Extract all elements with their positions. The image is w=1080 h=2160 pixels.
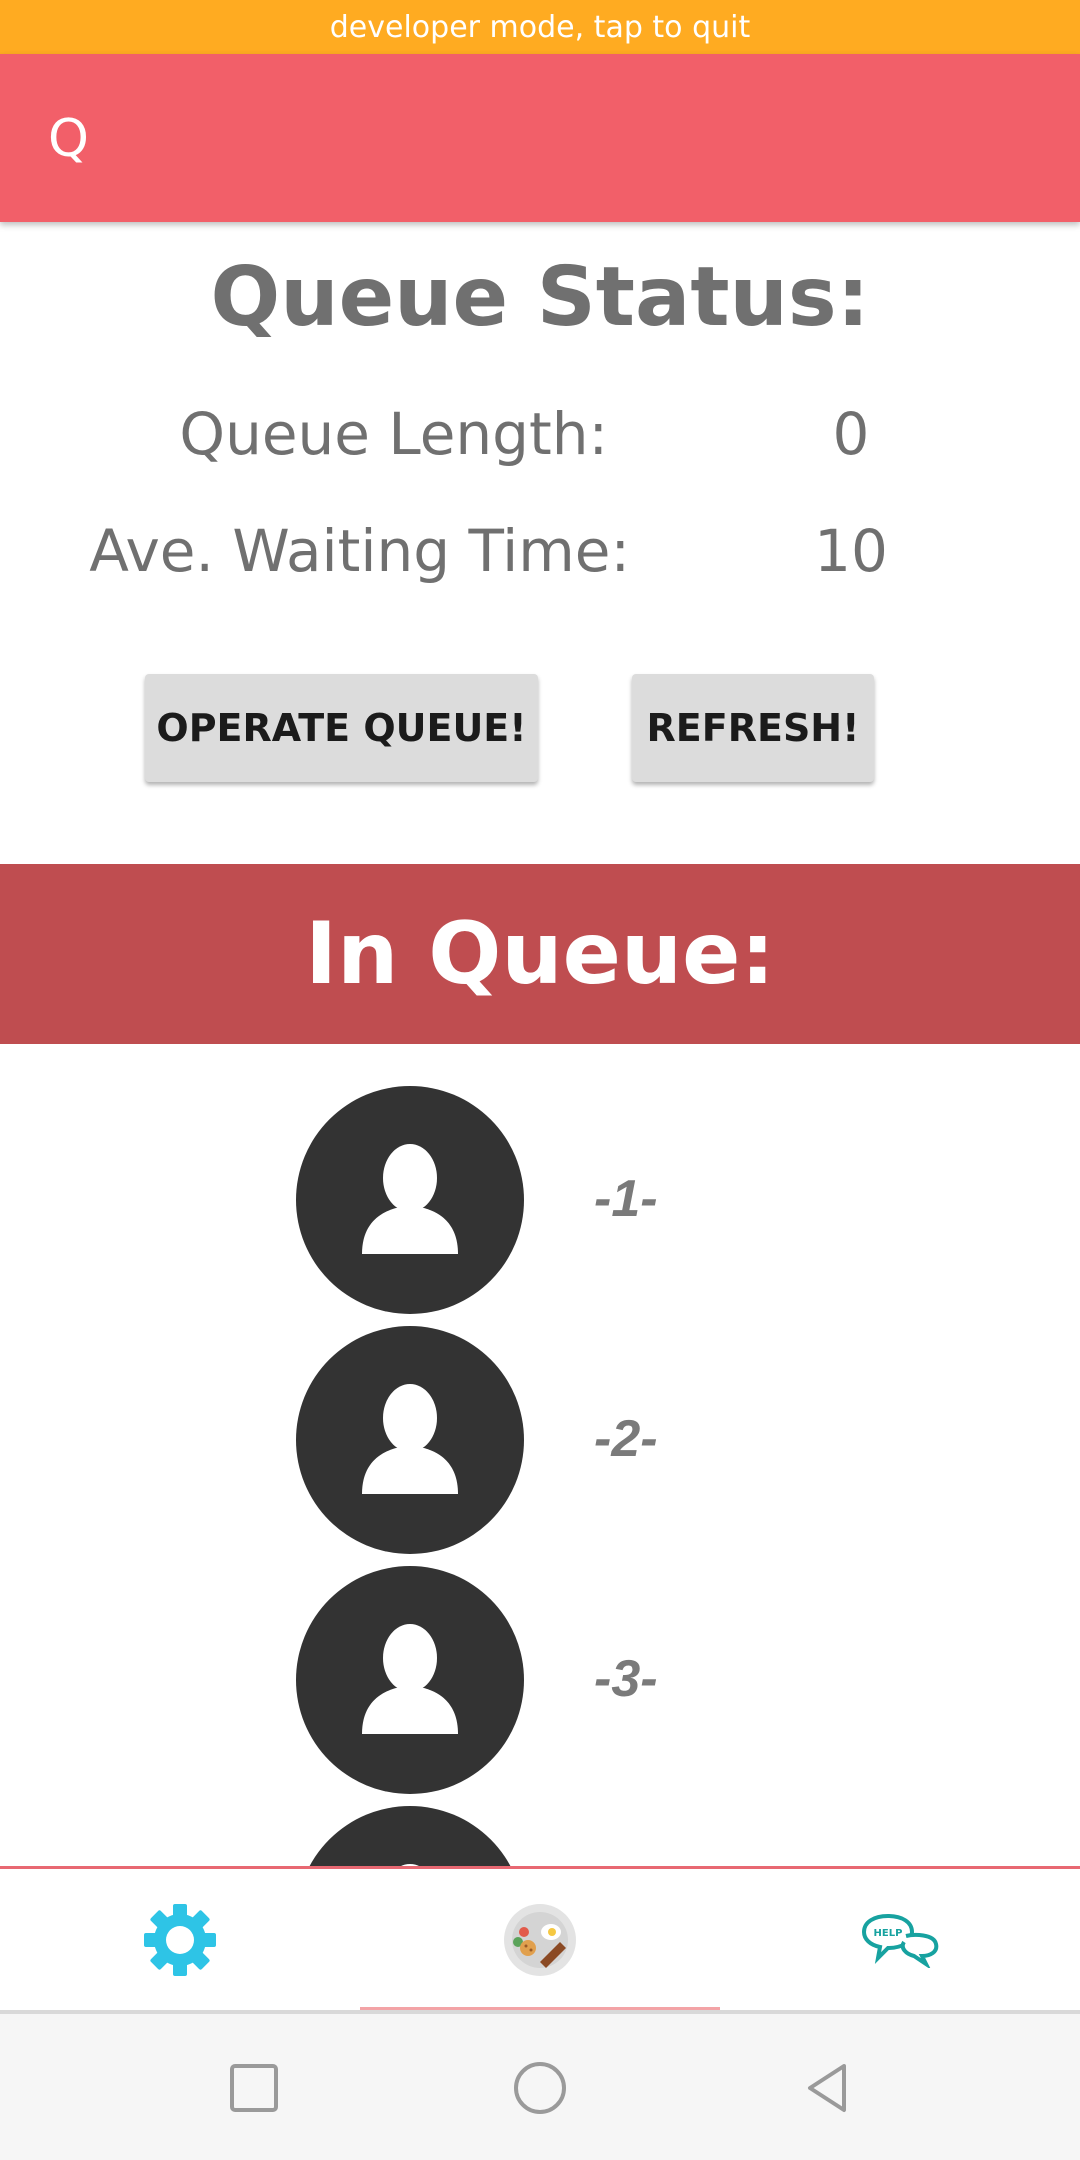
queue-item[interactable]: -3-: [0, 1524, 1080, 1794]
queue-list[interactable]: -1- -2- -3-: [0, 1044, 1080, 1868]
queue-item[interactable]: -1-: [0, 1044, 1080, 1314]
developer-mode-text: developer mode, tap to quit: [329, 9, 751, 45]
queue-position-label: -3-: [594, 1650, 658, 1708]
person-avatar-icon: [296, 1326, 524, 1554]
back-icon[interactable]: [800, 2060, 856, 2116]
system-navigation-bar: [0, 2014, 1080, 2160]
in-queue-banner: In Queue:: [0, 864, 1080, 1044]
help-chat-icon: HELP: [860, 1912, 940, 1973]
person-avatar-icon: [296, 1086, 524, 1314]
person-avatar-icon: [296, 1806, 524, 1868]
waiting-time-value: 10: [814, 517, 888, 585]
waiting-time-label: Ave. Waiting Time:: [89, 517, 630, 585]
developer-mode-banner[interactable]: developer mode, tap to quit: [0, 0, 1080, 54]
tab-help[interactable]: HELP: [720, 1869, 1080, 2015]
app-title: Q: [48, 109, 89, 169]
recent-apps-icon[interactable]: [226, 2060, 282, 2116]
in-queue-title: In Queue:: [305, 904, 775, 1004]
queue-item[interactable]: -2-: [0, 1284, 1080, 1554]
queue-position-label: -1-: [594, 1170, 658, 1228]
tab-settings[interactable]: [0, 1869, 360, 2015]
queue-status-title: Queue Status:: [210, 250, 870, 345]
operate-queue-button[interactable]: OPERATE QUEUE!: [145, 674, 538, 782]
person-avatar-icon: [296, 1566, 524, 1794]
tab-food[interactable]: [360, 1869, 720, 2015]
refresh-button[interactable]: REFRESH!: [632, 674, 874, 782]
queue-item[interactable]: [0, 1764, 1080, 1868]
gear-icon: [142, 1902, 218, 1983]
home-icon[interactable]: [512, 2060, 568, 2116]
bottom-navigation: HELP: [0, 1866, 1080, 2015]
queue-position-label: -2-: [594, 1410, 658, 1468]
queue-length-value: 0: [832, 400, 870, 468]
help-icon-text: HELP: [874, 1928, 903, 1939]
food-plate-icon: [502, 1902, 578, 1983]
queue-length-label: Queue Length:: [179, 400, 608, 468]
app-bar: Q: [0, 54, 1080, 222]
